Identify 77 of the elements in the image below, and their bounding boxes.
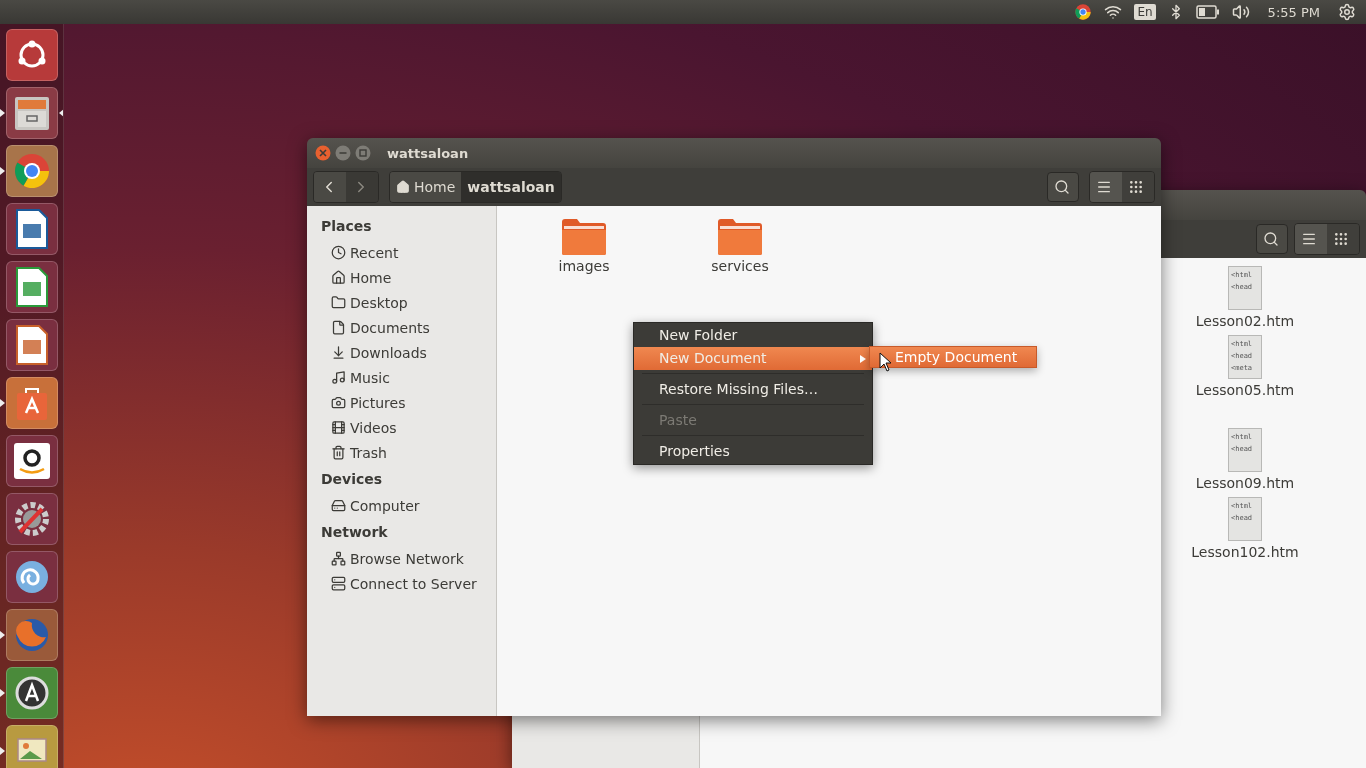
sidebar-item[interactable]: Documents bbox=[321, 315, 496, 340]
download-icon bbox=[331, 345, 346, 360]
window-title: wattsaloan bbox=[387, 145, 469, 161]
settings-icon[interactable] bbox=[1338, 3, 1356, 21]
folder-icon bbox=[331, 295, 346, 310]
menu-item[interactable]: Restore Missing Files… bbox=[634, 378, 872, 401]
music-note-icon bbox=[331, 370, 346, 385]
file-name[interactable]: Lesson09.htm bbox=[1195, 475, 1295, 491]
sidebar-item[interactable]: Videos bbox=[321, 415, 496, 440]
keyboard-layout[interactable]: En bbox=[1134, 4, 1156, 20]
section-title: Places bbox=[321, 217, 373, 236]
launcher-button[interactable] bbox=[5, 319, 58, 371]
sidebar-item[interactable]: Downloads bbox=[321, 340, 496, 365]
menu-item[interactable]: New Folder bbox=[634, 324, 872, 347]
home-icon bbox=[396, 180, 410, 194]
clock-icon bbox=[331, 245, 346, 260]
sidebar-item[interactable]: Browse Network bbox=[321, 546, 496, 571]
file-name[interactable]: Lesson102.htm bbox=[1191, 544, 1299, 560]
menu-icon bbox=[1096, 179, 1112, 195]
list-view-button[interactable] bbox=[1090, 172, 1122, 202]
grid-icon bbox=[1333, 231, 1349, 247]
text-document-icon bbox=[13, 208, 50, 250]
volume-icon[interactable] bbox=[1231, 3, 1250, 21]
close-icon[interactable] bbox=[315, 145, 331, 161]
list-view-button[interactable] bbox=[1295, 224, 1327, 254]
search-button[interactable] bbox=[1256, 224, 1288, 254]
launcher-button[interactable] bbox=[5, 493, 58, 545]
sidebar-item[interactable]: Desktop bbox=[321, 290, 496, 315]
sidebar-item[interactable]: Trash bbox=[321, 440, 496, 465]
launcher-button[interactable] bbox=[5, 87, 58, 139]
search-icon bbox=[1054, 179, 1070, 195]
menu-icon bbox=[1301, 231, 1317, 247]
home-icon bbox=[331, 270, 346, 285]
hard-drive-icon bbox=[331, 498, 346, 513]
clock[interactable]: 5:55 PM bbox=[1267, 4, 1320, 20]
file-name[interactable]: Lesson02.htm bbox=[1195, 313, 1295, 329]
back-button[interactable] bbox=[314, 172, 346, 202]
folder-name[interactable]: services bbox=[711, 258, 769, 274]
launcher-button[interactable] bbox=[5, 377, 58, 429]
film-icon bbox=[331, 420, 346, 435]
launcher-button[interactable] bbox=[5, 667, 58, 719]
folder-icon bbox=[561, 218, 607, 256]
launcher-button[interactable] bbox=[5, 725, 58, 768]
search-button[interactable] bbox=[1047, 172, 1079, 202]
section-title: Network bbox=[321, 523, 389, 542]
camera-icon bbox=[331, 395, 346, 410]
path-button[interactable]: wattsaloan bbox=[461, 172, 561, 202]
launcher-button[interactable] bbox=[5, 203, 58, 255]
browser-icon[interactable] bbox=[1074, 3, 1093, 21]
file-name[interactable]: Lesson05.htm bbox=[1195, 382, 1295, 398]
wifi-icon[interactable] bbox=[1104, 3, 1123, 21]
folder-icon bbox=[717, 218, 763, 256]
sidebar-item[interactable]: Music bbox=[321, 365, 496, 390]
spreadsheet-icon bbox=[13, 266, 50, 308]
sidebar-item[interactable]: Connect to Server bbox=[321, 571, 496, 596]
folder-name[interactable]: images bbox=[558, 258, 610, 274]
sidebar-item[interactable]: Pictures bbox=[321, 390, 496, 415]
network-icon bbox=[331, 551, 346, 566]
grid-icon bbox=[1128, 179, 1144, 195]
sidebar-item[interactable]: Recent bbox=[321, 240, 496, 265]
server-icon bbox=[331, 576, 346, 591]
sidebar-item[interactable]: Home bbox=[321, 265, 496, 290]
battery-icon[interactable] bbox=[1195, 5, 1220, 19]
search-icon bbox=[1263, 231, 1279, 247]
document-icon bbox=[331, 320, 346, 335]
launcher-button[interactable] bbox=[5, 145, 58, 197]
sidebar-item[interactable]: Computer bbox=[321, 493, 496, 518]
launcher-button[interactable] bbox=[5, 435, 58, 487]
launcher-button[interactable] bbox=[5, 29, 58, 81]
presentation-icon bbox=[13, 324, 50, 366]
trash-icon bbox=[331, 445, 346, 460]
launcher-button[interactable] bbox=[5, 551, 58, 603]
path-button[interactable]: Home bbox=[390, 172, 462, 202]
menu-item[interactable]: Properties bbox=[634, 440, 872, 463]
cursor-icon bbox=[879, 352, 892, 372]
launcher-button[interactable] bbox=[5, 261, 58, 313]
section-title: Devices bbox=[321, 470, 384, 489]
